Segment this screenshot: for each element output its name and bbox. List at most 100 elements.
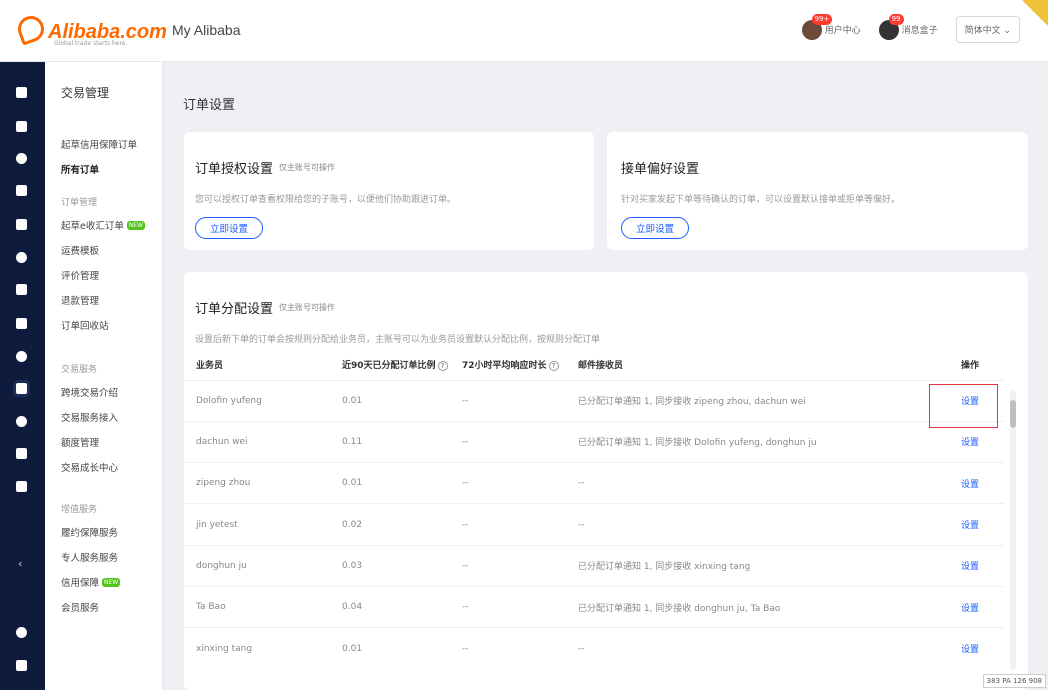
row-setup-link[interactable]: 设置 (936, 544, 1004, 587)
sidebar-item-all-orders[interactable]: 所有订单 (61, 162, 99, 176)
user-avatar-icon: 99+ (801, 13, 833, 40)
sidebar-item-label: 交易成长中心 (61, 463, 119, 474)
order-auth-tip: 仅主账号可操作 (279, 163, 336, 172)
column-header-recipients: 邮件接收员 (566, 350, 936, 380)
order-assign-title: 订单分配设置 仅主账号可操作 (195, 298, 335, 317)
sidebar-item-draft-ecollect[interactable]: 起草e收汇订单 NEW (61, 218, 146, 232)
sidebar-group-value-added: 增值服务 (61, 505, 98, 515)
table-row: Ta Bao 0.04 -- 已分配订单通知 1, 同步接收 donghun j… (184, 585, 1004, 628)
table-row: Dolofin yufeng 0.01 -- 已分配订单通知 1, 同步接收 z… (184, 379, 1004, 422)
finance-icon[interactable] (16, 351, 27, 362)
sidebar-item-shipping-template[interactable]: 运费模板 (61, 243, 99, 257)
salesperson-name: Ta Bao (184, 585, 330, 628)
assign-rate: 0.01 (330, 379, 450, 422)
alibaba-logo[interactable]: Alibaba.com Global trade starts here. (14, 12, 167, 47)
app-title: My Alibaba (172, 22, 241, 38)
salesperson-table: 业务员 近90天已分配订单比例? 72小时平均响应时长? 邮件接收员 操作 Do… (184, 350, 1004, 670)
highlight-annotation-box (929, 384, 998, 428)
accept-preference-setup-button[interactable]: 立即设置 (621, 217, 690, 239)
messages-link[interactable]: 99 消息盒子 (878, 13, 938, 40)
column-header-response-time: 72小时平均响应时长? (450, 350, 566, 380)
sidebar-item-label: 所有订单 (61, 165, 100, 176)
order-auth-desc: 您可以授权订单查看权限给您的子账号，以便他们协助跟进订单。 (195, 195, 457, 205)
status-readout: 383 PA 126 908 (982, 674, 1046, 688)
help-icon[interactable] (16, 627, 27, 638)
row-setup-link[interactable]: 设置 (936, 503, 1004, 546)
help-question-icon[interactable]: ? (437, 361, 448, 372)
sidebar-item-service-access[interactable]: 交易服务接入 (61, 410, 118, 424)
table-row: jin yetest 0.02 -- -- 设置 (184, 503, 1004, 546)
home-icon[interactable] (16, 87, 27, 98)
salesperson-name: zipeng zhou (184, 462, 330, 504)
response-time: -- (450, 420, 566, 463)
scrollbar-thumb[interactable] (1010, 400, 1016, 428)
order-assign-desc: 设置后新下单的订单会按规则分配给业务员，主账号可以为业务员设置默认分配比例，按规… (195, 335, 601, 345)
row-setup-link[interactable]: 设置 (936, 627, 1004, 670)
email-recipients: -- (566, 503, 936, 546)
salesperson-name: dachun wei (184, 420, 330, 463)
sidebar-item-trade-assurance[interactable]: 信用保障 NEW (61, 575, 121, 589)
messages-label: 消息盒子 (901, 26, 938, 36)
sidebar-item-growth-center[interactable]: 交易成长中心 (61, 460, 118, 474)
order-auth-card: 订单授权设置 仅主账号可操作 您可以授权订单查看权限给您的子账号，以便他们协助跟… (184, 132, 594, 250)
chevron-left-icon[interactable]: ‹ (18, 557, 22, 570)
sidebar-item-reviews[interactable]: 评价管理 (61, 268, 99, 282)
corner-ribbon (1022, 0, 1048, 26)
column-header-salesperson: 业务员 (184, 350, 330, 380)
new-tag: NEW (126, 220, 146, 230)
data-chart-icon[interactable] (16, 284, 27, 295)
row-setup-link[interactable]: 设置 (936, 585, 1004, 628)
sidebar-item-fulfillment[interactable]: 履约保障服务 (61, 525, 118, 539)
order-auth-setup-button[interactable]: 立即设置 (195, 217, 264, 239)
sidebar-item-crossborder-intro[interactable]: 跨境交易介绍 (61, 385, 118, 399)
column-header-label: 72小时平均响应时长 (462, 361, 547, 372)
order-assign-card: 订单分配设置 仅主账号可操作 设置后新下单的订单会按规则分配给业务员，主账号可以… (184, 272, 1028, 690)
sidebar-item-draft-order[interactable]: 起草信用保障订单 (61, 137, 137, 151)
inquiry-icon[interactable] (16, 153, 27, 164)
marketing-icon[interactable] (16, 219, 27, 230)
sidebar-item-label: 额度管理 (61, 438, 100, 449)
column-header-label: 近90天已分配订单比例 (342, 361, 436, 372)
email-recipients: 已分配订单通知 1, 同步接收 Dolofin yufeng, donghun … (566, 420, 936, 463)
message-box-icon: 99 (878, 13, 904, 40)
column-header-action: 操作 (936, 350, 1004, 380)
order-auth-title: 订单授权设置 仅主账号可操作 (195, 158, 335, 177)
salesperson-name: Dolofin yufeng (184, 379, 330, 422)
messages-badge: 99 (888, 13, 904, 25)
assign-rate: 0.01 (330, 462, 450, 504)
services-icon[interactable] (16, 416, 27, 427)
store-icon[interactable] (16, 185, 27, 196)
assign-rate: 0.01 (330, 627, 450, 670)
salesperson-name: donghun ju (184, 544, 330, 587)
user-center-link[interactable]: 99+ 用户中心 (801, 13, 861, 40)
table-scrollbar[interactable] (1010, 390, 1016, 670)
logistics-icon[interactable] (16, 318, 27, 329)
sidebar-item-quota[interactable]: 额度管理 (61, 435, 99, 449)
language-select[interactable]: 简体中文 ⌄ (955, 16, 1020, 43)
accept-preference-desc: 针对买家发起下单等待确认的订单，可以设置默认接单或拒单等偏好。 (621, 195, 901, 205)
products-icon[interactable] (16, 121, 27, 132)
settings-icon[interactable] (16, 481, 27, 492)
table-row: xinxing tang 0.01 -- -- 设置 (184, 627, 1004, 670)
accept-preference-title: 接单偏好设置 (621, 162, 700, 177)
sidebar-item-label: 跨境交易介绍 (61, 388, 119, 399)
sidebar-group-orders: 订单管理 (61, 198, 98, 208)
sidebar-item-label: 退款管理 (61, 296, 100, 307)
row-setup-link[interactable]: 设置 (936, 462, 1004, 504)
feedback-icon[interactable] (16, 660, 27, 671)
sidebar-item-dedicated-service[interactable]: 专人服务服务 (61, 550, 118, 564)
sidebar-title: 交易管理 (61, 86, 110, 100)
account-icon[interactable] (16, 448, 27, 459)
sidebar-item-refunds[interactable]: 退款管理 (61, 293, 99, 307)
table-row: dachun wei 0.11 -- 已分配订单通知 1, 同步接收 Dolof… (184, 420, 1004, 463)
sidebar-item-label: 会员服务 (61, 603, 100, 614)
sidebar-item-recycle-bin[interactable]: 订单回收站 (61, 318, 109, 332)
response-time: -- (450, 503, 566, 546)
sidebar-item-membership[interactable]: 会员服务 (61, 600, 99, 614)
email-recipients: 已分配订单通知 1, 同步接收 zipeng zhou, dachun wei (566, 379, 936, 422)
help-question-icon[interactable]: ? (548, 361, 559, 372)
sidebar-item-label: 订单回收站 (61, 321, 109, 332)
table-row: donghun ju 0.03 -- 已分配订单通知 1, 同步接收 xinxi… (184, 544, 1004, 587)
transactions-icon[interactable] (16, 383, 27, 394)
customers-icon[interactable] (16, 252, 27, 263)
